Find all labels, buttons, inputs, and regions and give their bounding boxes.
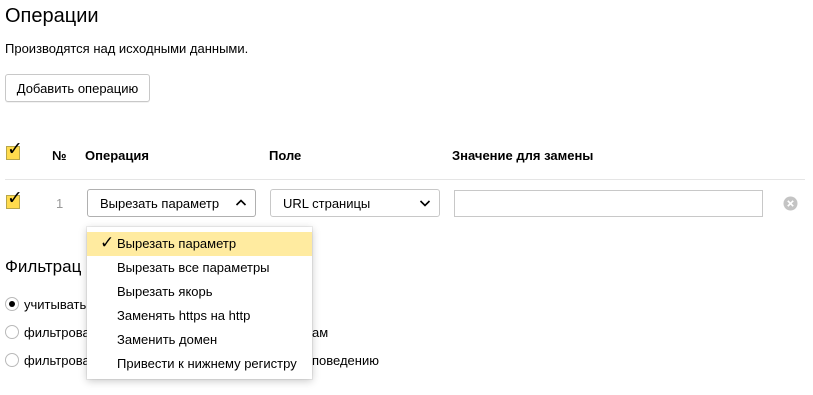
dropdown-item-cut-parameter[interactable]: ✓ Вырезать параметр — [87, 232, 312, 256]
checkmark-icon: ✓ — [7, 139, 23, 160]
dropdown-item-cut-all-parameters[interactable]: Вырезать все параметры — [87, 256, 312, 280]
chevron-up-icon — [235, 197, 247, 212]
dropdown-item-lowercase[interactable]: Привести к нижнему регистру — [87, 352, 312, 376]
field-select[interactable]: URL страницы — [270, 189, 440, 217]
checkmark-icon: ✓ — [100, 233, 115, 252]
section-description: Производятся над исходными данными. — [5, 41, 249, 56]
column-header-replacement-value: Значение для замены — [452, 148, 594, 163]
dropdown-item-label: Привести к нижнему регистру — [117, 356, 297, 371]
field-select-value: URL страницы — [283, 196, 371, 211]
dropdown-item-https-to-http[interactable]: Заменять https на http — [87, 304, 312, 328]
operation-dropdown-menu: ✓ Вырезать параметр Вырезать все парамет… — [87, 227, 312, 379]
operation-select[interactable]: Вырезать параметр — [87, 189, 256, 217]
operation-select-value: Вырезать параметр — [100, 196, 220, 211]
row-number: 1 — [56, 196, 64, 211]
close-circle-icon[interactable] — [783, 196, 798, 211]
page: Операции Производятся над исходными данн… — [0, 0, 813, 395]
dropdown-item-label: Вырезать все параметры — [117, 260, 270, 275]
row-checkbox[interactable]: ✓ — [6, 189, 23, 209]
dropdown-item-label: Вырезать параметр — [117, 236, 237, 251]
column-header-field: Поле — [269, 148, 302, 163]
filter-radio-1[interactable] — [5, 297, 19, 311]
chevron-down-icon — [419, 197, 431, 212]
filter-radio-label-3-tail: поведению — [312, 353, 379, 368]
column-header-num: № — [52, 148, 67, 163]
add-operation-button[interactable]: Добавить операцию — [5, 74, 150, 102]
table-divider — [5, 179, 805, 180]
dropdown-item-cut-anchor[interactable]: Вырезать якорь — [87, 280, 312, 304]
dropdown-item-label: Вырезать якорь — [117, 284, 213, 299]
filter-radio-label-1: учитывать — [24, 297, 87, 312]
dropdown-item-replace-domain[interactable]: Заменить домен — [87, 328, 312, 352]
filters-title: Фильтрац — [5, 257, 82, 276]
filter-radio-2[interactable] — [5, 325, 19, 339]
dropdown-item-label: Заменить домен — [117, 332, 218, 347]
replacement-value-input[interactable] — [454, 190, 763, 217]
filter-radio-label-2-tail: ам — [312, 325, 329, 340]
select-all-checkbox[interactable]: ✓ — [6, 140, 23, 160]
column-header-operation: Операция — [85, 148, 149, 163]
dropdown-item-label: Заменять https на http — [117, 308, 251, 323]
checkmark-icon: ✓ — [7, 188, 23, 209]
filter-radio-3[interactable] — [5, 353, 19, 367]
section-title: Операции — [5, 5, 99, 27]
